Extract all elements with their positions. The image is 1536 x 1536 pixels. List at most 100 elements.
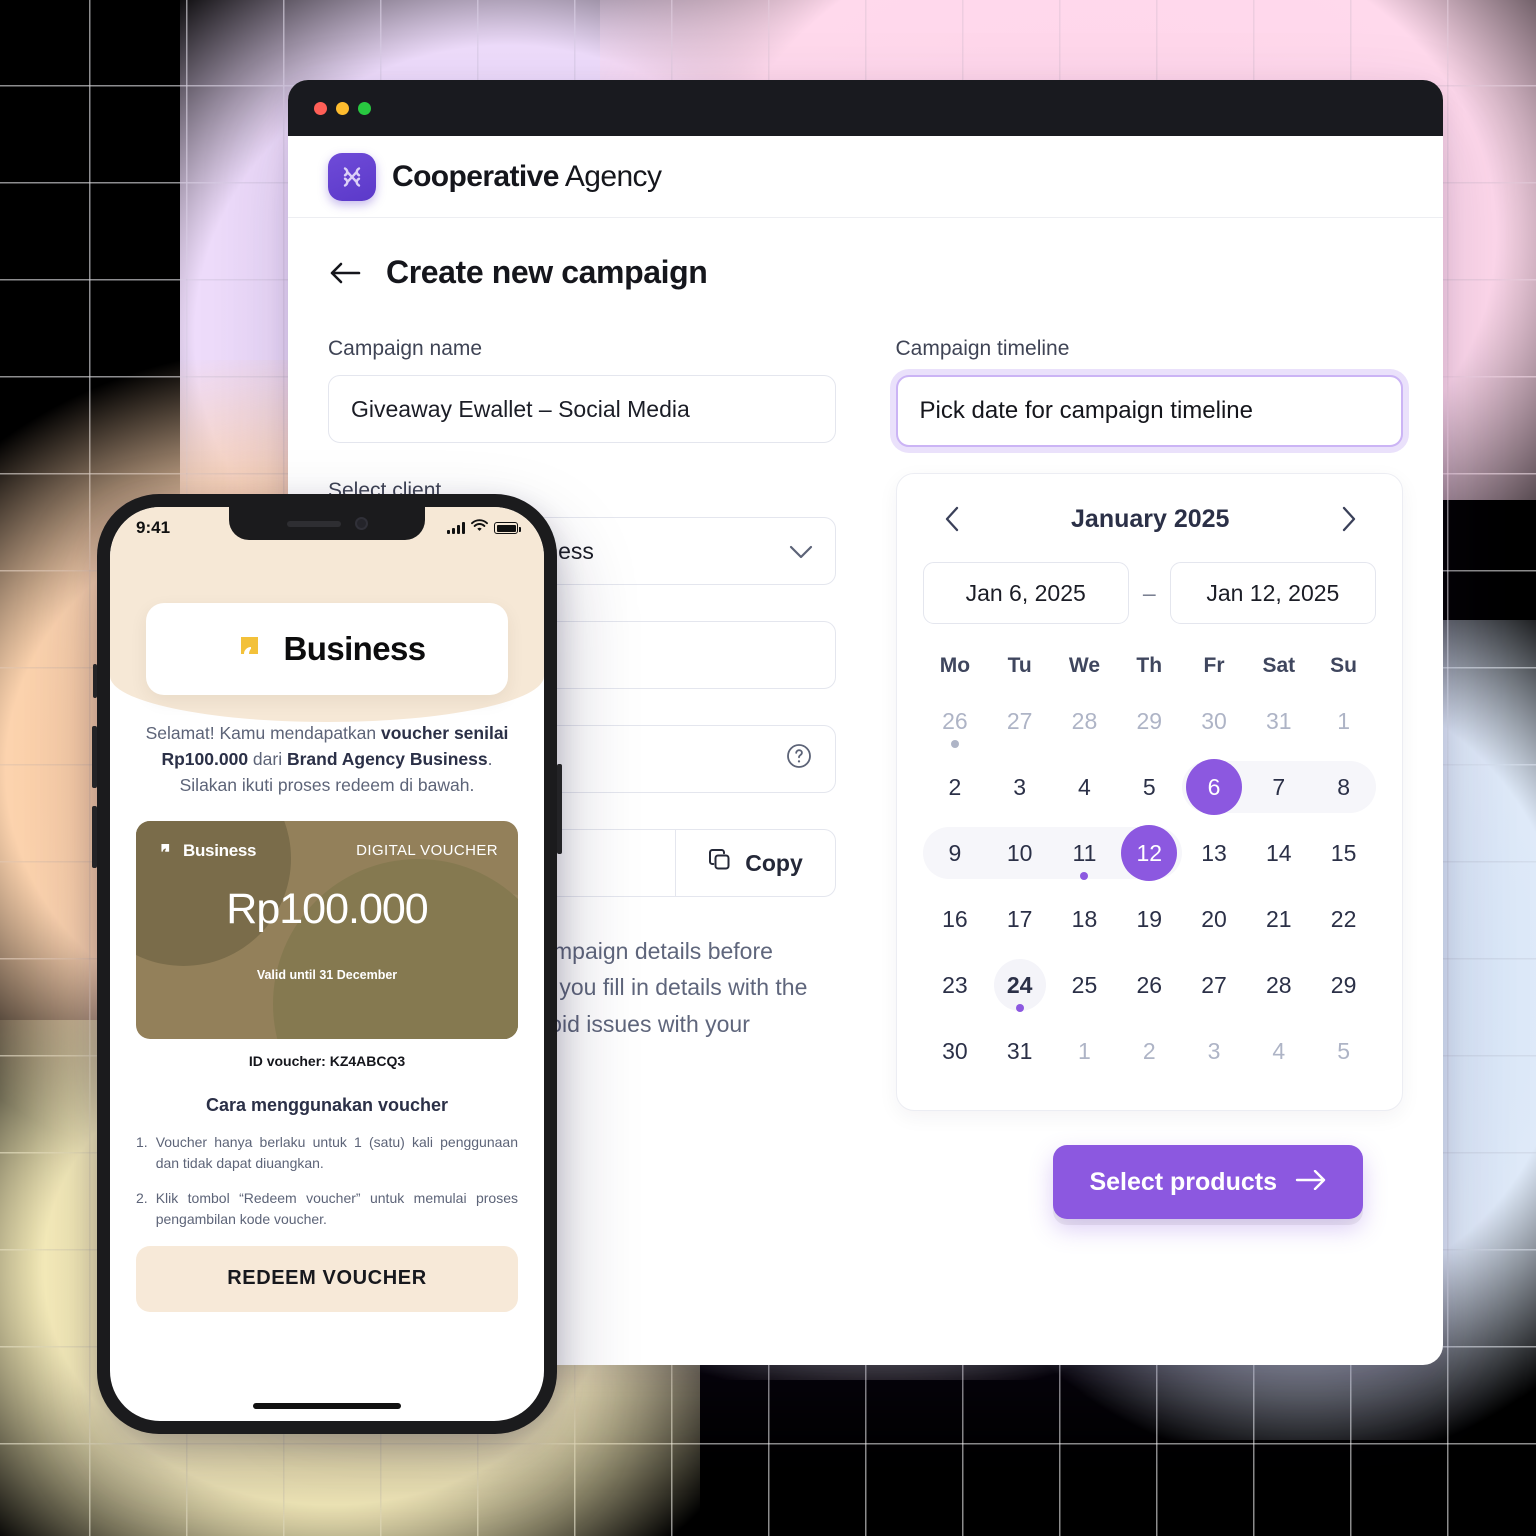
calendar-day-cell[interactable]: 14 [1246,820,1311,886]
chevron-right-icon[interactable] [1332,502,1366,536]
calendar-day-cell[interactable]: 23 [923,952,988,1018]
calendar-day-cell[interactable]: 16 [923,886,988,952]
browser-titlebar [288,80,1443,136]
calendar-day-cell[interactable]: 27 [1182,952,1247,1018]
maximize-window-button[interactable] [358,101,371,115]
screenshot-stage: Cooperative Agency Create new campaign C… [0,0,1536,1536]
calendar-day-cell[interactable]: 6 [1181,754,1247,820]
calendar-day-cell[interactable]: 20 [1182,886,1247,952]
calendar-day-cell[interactable]: 28 [1246,952,1311,1018]
chevron-left-icon[interactable] [935,502,969,536]
calendar-day-cell[interactable]: 30 [923,1018,988,1084]
calendar-day-event-dot [1080,872,1089,880]
calendar-day-cell[interactable]: 1 [1052,1018,1117,1084]
voucher-message: Selamat! Kamu mendapatkan voucher senila… [136,721,518,799]
status-indicators [447,519,521,537]
voucher-card-top: Business DIGITAL VOUCHER [136,821,518,863]
redeem-voucher-button[interactable]: REDEEM VOUCHER [136,1245,518,1312]
calendar-day-number: 3 [1013,773,1027,800]
calendar-day-cell[interactable]: 27 [987,688,1052,754]
calendar-day-cell[interactable]: 31 [987,1018,1052,1084]
copy-button[interactable]: Copy [674,830,835,896]
calendar-day-number: 14 [1266,839,1292,866]
digital-voucher-card: Business DIGITAL VOUCHER Rp100.000 Valid… [136,820,518,1039]
phone-power-button[interactable] [557,764,562,854]
calendar-day-cell[interactable]: 19 [1117,886,1182,952]
page-title: Create new campaign [386,254,708,290]
phone-volume-up-button[interactable] [92,726,97,788]
phone-mute-button[interactable] [93,664,97,698]
calendar-day-cell[interactable]: 13 [1182,820,1247,886]
calendar-day-cell[interactable]: 7 [1246,754,1311,820]
calendar-day-cell[interactable]: 28 [1052,688,1117,754]
minimize-window-button[interactable] [336,101,349,115]
voucher-validity: Valid until 31 December [256,967,398,982]
calendar-day-cell[interactable]: 8 [1311,754,1376,820]
select-products-button[interactable]: Select products [1053,1145,1363,1219]
calendar-day-cell[interactable]: 30 [1182,688,1247,754]
calendar-weekday-tu: Tu [1007,654,1032,677]
calendar-day-cell[interactable]: 9 [922,820,988,886]
app-title-bold: Cooperative [392,159,559,193]
howto-item-text: Klik tombol “Redeem voucher” untuk memul… [155,1189,518,1227]
howto-item: 2. Klik tombol “Redeem voucher” untuk mem… [136,1188,518,1230]
calendar-day-number: 13 [1201,839,1227,866]
calendar-day-cell[interactable]: 2 [1117,1018,1182,1084]
calendar-day-cell[interactable]: 15 [1311,820,1376,886]
date-range-picker: January 2025 Jan 6, 2025 – Jan 12, 2025 … [895,473,1403,1111]
calendar-day-number: 29 [1330,971,1357,998]
calendar-day-number: 28 [1071,707,1098,734]
page-header: Create new campaign [328,254,1403,291]
calendar-day-cell[interactable]: 18 [1052,886,1117,952]
help-circle-icon[interactable] [785,742,813,776]
calendar-day-number: 27 [1201,971,1227,998]
calendar-day-cell[interactable]: 26 [923,688,988,754]
calendar-day-number: 21 [1266,905,1292,932]
wifi-icon [471,519,488,537]
back-arrow-icon[interactable] [328,256,362,290]
calendar-day-cell[interactable]: 12 [1116,820,1182,886]
campaign-timeline-input[interactable]: Pick date for campaign timeline [895,375,1403,447]
calendar-day-number: 29 [1136,707,1163,734]
calendar-day-cell[interactable]: 3 [1182,1018,1247,1084]
calendar-day-cell[interactable]: 29 [1117,688,1182,754]
campaign-timeline-field: Campaign timeline Pick date for campaign… [895,337,1403,447]
calendar-day-cell[interactable]: 17 [987,886,1052,952]
voucher-message-part2: dari [248,748,287,769]
calendar-day-number: 15 [1330,839,1357,866]
calendar-day-cell[interactable]: 3 [987,754,1052,820]
calendar-day-number: 28 [1266,971,1292,998]
business-brand-name: Business [283,630,427,667]
calendar-day-cell[interactable]: 2 [923,754,988,820]
calendar-day-cell[interactable]: 22 [1311,886,1376,952]
calendar-day-cell[interactable]: 24 [987,952,1052,1018]
calendar-day-number: 23 [942,971,968,998]
calendar-day-number: 8 [1337,773,1350,800]
range-end-chip[interactable]: Jan 12, 2025 [1169,562,1377,624]
howto-item-text: Voucher hanya berlaku untuk 1 (satu) kal… [155,1133,518,1171]
calendar-day-cell[interactable]: 25 [1052,952,1117,1018]
battery-full-icon [494,522,521,534]
phone-status-bar: 9:41 [110,507,544,549]
phone-mockup: 9:41 Business Selamat! Kamu mendapatkan … [92,494,562,1434]
calendar-day-cell[interactable]: 21 [1246,886,1311,952]
howto-item-number: 2. [136,1189,148,1206]
calendar-day-cell[interactable]: 5 [1311,1018,1376,1084]
voucher-brand: Business [156,839,256,863]
range-start-chip[interactable]: Jan 6, 2025 [922,562,1129,624]
calendar-day-number: 30 [942,1037,968,1064]
calendar-day-cell[interactable]: 10 [987,820,1052,886]
campaign-name-input[interactable]: Giveaway Ewallet – Social Media [328,375,836,443]
close-window-button[interactable] [314,101,327,115]
calendar-day-cell[interactable]: 1 [1311,688,1376,754]
calendar-day-cell[interactable]: 11 [1052,820,1117,886]
calendar-day-cell[interactable]: 26 [1117,952,1182,1018]
phone-volume-down-button[interactable] [92,806,97,868]
calendar-day-cell[interactable]: 29 [1311,952,1376,1018]
calendar-day-number: 20 [1201,905,1227,932]
business-logo-card: Business [146,603,508,695]
calendar-day-cell[interactable]: 5 [1117,754,1182,820]
calendar-day-cell[interactable]: 31 [1246,688,1311,754]
calendar-day-cell[interactable]: 4 [1246,1018,1311,1084]
calendar-day-cell[interactable]: 4 [1052,754,1117,820]
